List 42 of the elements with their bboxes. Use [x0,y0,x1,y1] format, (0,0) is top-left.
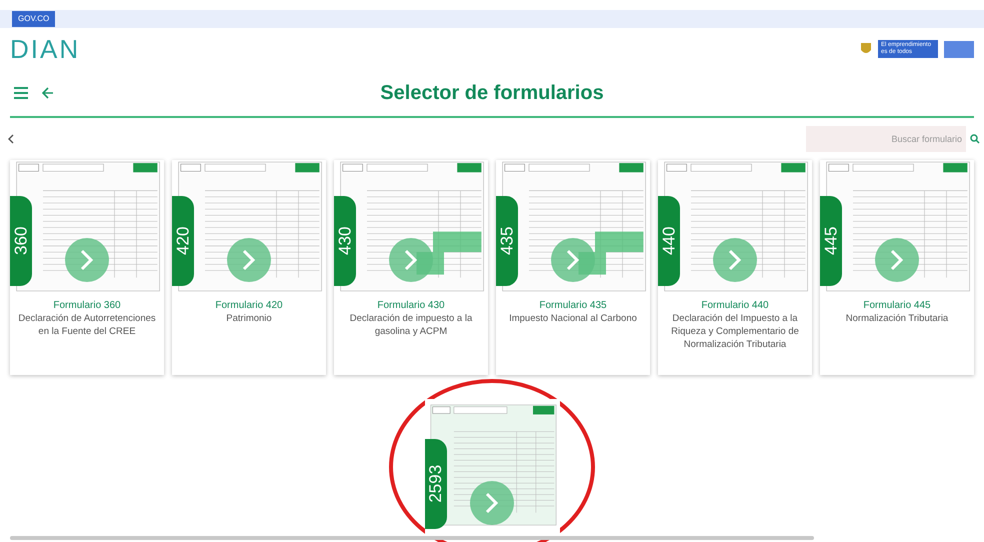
form-card[interactable]: 430 Formulario 430 Declaración de impuesto a la gasolina y ACPM [334,160,488,375]
form-number-tab: 2593 [424,439,446,529]
form-description: Patrimonio [226,312,272,325]
chevron-right-icon [484,492,500,514]
form-title: Formulario 435 [539,299,607,312]
form-description: Impuesto Nacional al Carbono [509,312,637,325]
chevron-right-icon [727,249,743,271]
page-title: Selector de formularios [380,81,604,106]
government-logo-tail [944,40,974,58]
chevron-right-icon [889,249,905,271]
form-title: Formulario 360 [53,299,121,312]
form-card[interactable]: 445 Formulario 445 Normalización Tributaria [820,160,974,375]
form-card[interactable]: 420 Formulario 420 Patrimonio [172,160,326,375]
form-title: Formulario 440 [701,299,769,312]
form-description: Declaración del Impuesto a la Riqueza y Complementario de Normalización Tributaria [670,312,800,351]
search-field[interactable]: Buscar formulario [806,126,966,152]
form-title: Formulario 420 [215,299,283,312]
form-number-tab: 435 [496,196,518,286]
form-number-tab: 360 [10,196,32,286]
form-title: Formulario 430 [377,299,445,312]
coat-of-arms-icon [860,42,872,56]
chevron-right-icon [403,249,419,271]
form-description: Declaración de impuesto a la gasolina y ACPM [348,312,474,338]
form-card[interactable]: 440 Formulario 440 Declaración del Impuesto a la Riqueza y Complementario de Normalización Tributaria [658,160,812,375]
back-arrow-icon[interactable] [42,87,54,99]
chevron-right-icon [565,249,581,271]
form-description: Normalización Tributaria [846,312,948,325]
form-number-tab: 445 [820,196,842,286]
chevron-right-icon [79,249,95,271]
gov-badge[interactable]: GOV.CO [12,11,56,27]
form-number-tab: 430 [334,196,356,286]
form-card[interactable]: 435 Formulario 435 Impuesto Nacional al Carbono [496,160,650,375]
form-card[interactable]: 2593 [424,399,560,539]
form-card[interactable]: 360 Formulario 360 Declaración de Autorretenciones en la Fuente del CREE [10,160,164,375]
chevron-left-icon[interactable] [8,134,14,144]
form-number-tab: 440 [658,196,680,286]
form-title: Formulario 445 [863,299,931,312]
form-number-tab: 420 [172,196,194,286]
search-icon [970,134,980,144]
chevron-right-icon [241,249,257,271]
menu-icon[interactable] [14,87,28,99]
form-description: Declaración de Autorretenciones en la Fuente del CREE [17,312,157,338]
